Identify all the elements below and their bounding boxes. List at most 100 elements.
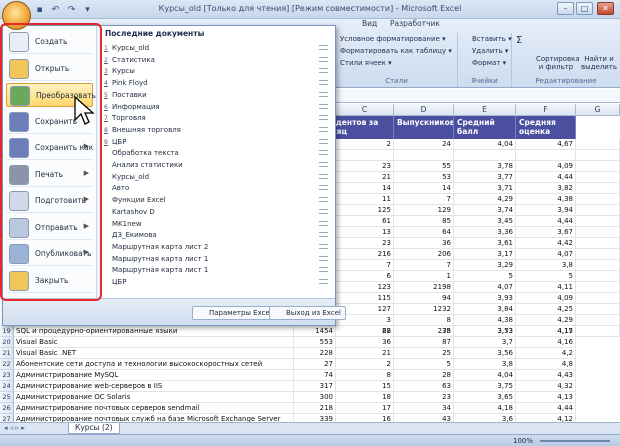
recent-document[interactable]: Авто <box>101 183 335 194</box>
cell-d[interactable]: 8 <box>394 315 454 326</box>
cell-e[interactable]: 3,93 <box>454 293 516 304</box>
cell-c[interactable]: 7 <box>336 260 394 271</box>
cell-e[interactable]: 4,38 <box>454 315 516 326</box>
cell-c[interactable]: 2 <box>336 139 394 150</box>
cell-c[interactable]: 13 <box>336 227 394 238</box>
cell-b[interactable]: 300 <box>294 392 336 403</box>
cell-e[interactable]: 3,71 <box>454 183 516 194</box>
column-header-c[interactable]: C <box>336 104 394 116</box>
row-header[interactable]: 22 <box>0 359 14 370</box>
format-as-table-button[interactable]: Форматировать как таблицу ▾ <box>340 47 452 55</box>
cell-e[interactable]: 3,45 <box>454 216 516 227</box>
undo-icon[interactable]: ↶ <box>49 4 62 16</box>
course-name-cell[interactable]: Администрирование почтовых серверов send… <box>14 403 294 414</box>
recent-document[interactable]: Анализ статистики <box>101 160 335 171</box>
sheet-tab-kursy-2[interactable]: Курсы (2) <box>68 423 120 434</box>
cell-g[interactable] <box>576 194 620 205</box>
cell-b[interactable]: 74 <box>294 370 336 381</box>
course-name-cell[interactable]: Администрирование ОС Solaris <box>14 392 294 403</box>
pin-icon[interactable] <box>319 162 328 167</box>
cell-c[interactable]: 61 <box>336 216 394 227</box>
cell-d[interactable]: 53 <box>394 172 454 183</box>
recent-document[interactable]: Курсы_old <box>101 172 335 183</box>
cell-f[interactable]: 3,8 <box>516 260 576 271</box>
cell-g[interactable] <box>576 172 620 183</box>
menu-item-9[interactable]: Опубликовать ▶ <box>6 242 93 266</box>
course-name-cell[interactable]: Администрирование web-серверов в IIS <box>14 381 294 392</box>
cell-d[interactable]: 94 <box>394 293 454 304</box>
cell-g[interactable] <box>576 282 620 293</box>
menu-item-1[interactable]: Создать <box>6 30 93 54</box>
sort-filter-button[interactable]: Сортировка и фильтр <box>536 55 580 71</box>
recent-document[interactable]: 8 Внешняя торговля <box>101 125 335 136</box>
find-select-button[interactable]: Найти и выделить <box>580 55 618 71</box>
cell-d[interactable]: 1 <box>394 271 454 282</box>
cell-b[interactable]: 228 <box>294 348 336 359</box>
cell-c[interactable]: 2 <box>336 359 394 370</box>
recent-document[interactable]: Функции Excel <box>101 195 335 206</box>
cell-d[interactable]: 28 <box>394 370 454 381</box>
course-name-cell[interactable]: Visual Basic .NET <box>14 348 294 359</box>
cell-e[interactable]: 3,7 <box>454 337 516 348</box>
header-avg-grade-cell[interactable]: Средняя оценка <box>516 116 576 139</box>
cell-e[interactable]: 3,77 <box>454 172 516 183</box>
cell-c[interactable]: 17 <box>336 403 394 414</box>
pin-icon[interactable] <box>319 68 328 74</box>
office-button[interactable] <box>2 1 31 30</box>
cell-f[interactable]: 4,11 <box>516 282 576 293</box>
cell-e[interactable]: 3,84 <box>454 304 516 315</box>
cell-f[interactable]: 4,38 <box>516 194 576 205</box>
close-window-button[interactable]: ✕ <box>597 2 614 15</box>
cell-e[interactable]: 3,78 <box>454 161 516 172</box>
cell-c[interactable]: 123 <box>336 282 394 293</box>
cell-d[interactable]: 85 <box>394 216 454 227</box>
cell-f[interactable]: 4,29 <box>516 315 576 326</box>
recent-document[interactable]: Маршрутная карта лист 1 <box>101 254 335 265</box>
course-name-cell[interactable]: Администрирование MySQL <box>14 370 294 381</box>
recent-document[interactable]: ДЗ_Екимова <box>101 230 335 241</box>
excel-options-button[interactable]: Параметры Excel <box>192 306 277 320</box>
cell-e[interactable]: 3,29 <box>454 260 516 271</box>
recent-document[interactable]: 7 Торговля <box>101 113 335 124</box>
maximize-button[interactable]: □ <box>576 2 593 15</box>
cell-g[interactable] <box>576 315 620 326</box>
pin-icon[interactable] <box>319 126 328 132</box>
cell-f[interactable]: 4,09 <box>516 293 576 304</box>
cell-e[interactable]: 4,04 <box>454 139 516 150</box>
cell-e[interactable]: 3,56 <box>454 348 516 359</box>
cell-c[interactable]: 125 <box>336 205 394 216</box>
recent-document[interactable]: Маршрутная карта лист 1 <box>101 265 335 276</box>
cell-e[interactable]: 5 <box>454 271 516 282</box>
cell-d[interactable]: 63 <box>394 381 454 392</box>
cell-d[interactable]: 7 <box>394 260 454 271</box>
column-header-e[interactable]: E <box>454 104 516 116</box>
cell-b[interactable]: 339 <box>294 414 336 422</box>
cell-d[interactable]: 34 <box>394 403 454 414</box>
conditional-formatting-button[interactable]: Условное форматирование ▾ <box>340 35 446 43</box>
cell-d[interactable]: 43 <box>394 414 454 422</box>
cell-d[interactable]: 129 <box>394 205 454 216</box>
cell-b[interactable]: 27 <box>294 359 336 370</box>
pin-icon[interactable] <box>319 56 328 62</box>
row-header[interactable]: 27 <box>0 414 14 422</box>
cell-f[interactable]: 3,67 <box>516 227 576 238</box>
cell-e[interactable]: 3,74 <box>454 205 516 216</box>
tab-view[interactable]: Вид <box>362 19 377 28</box>
zoom-slider[interactable] <box>540 440 610 442</box>
course-name-cell[interactable]: Абонентские сети доступа и технологии вы… <box>14 359 294 370</box>
cell-g[interactable] <box>576 205 620 216</box>
cell-e[interactable]: 3,61 <box>454 238 516 249</box>
cell-f[interactable]: 3,82 <box>516 183 576 194</box>
pin-icon[interactable] <box>319 279 328 284</box>
pin-icon[interactable] <box>319 255 328 261</box>
tab-developer[interactable]: Разработчик <box>390 19 440 28</box>
row-header[interactable]: 25 <box>0 392 14 403</box>
pin-icon[interactable] <box>319 173 328 179</box>
header-avg-score-cell[interactable]: Средний балл <box>454 116 516 139</box>
course-name-cell[interactable]: Visual Basic <box>14 337 294 348</box>
redo-icon[interactable]: ↷ <box>65 4 78 16</box>
cell-d[interactable]: 7 <box>394 194 454 205</box>
cell-f[interactable]: 4,44 <box>516 172 576 183</box>
pin-icon[interactable] <box>319 220 328 226</box>
cell-e[interactable]: 3,17 <box>454 249 516 260</box>
